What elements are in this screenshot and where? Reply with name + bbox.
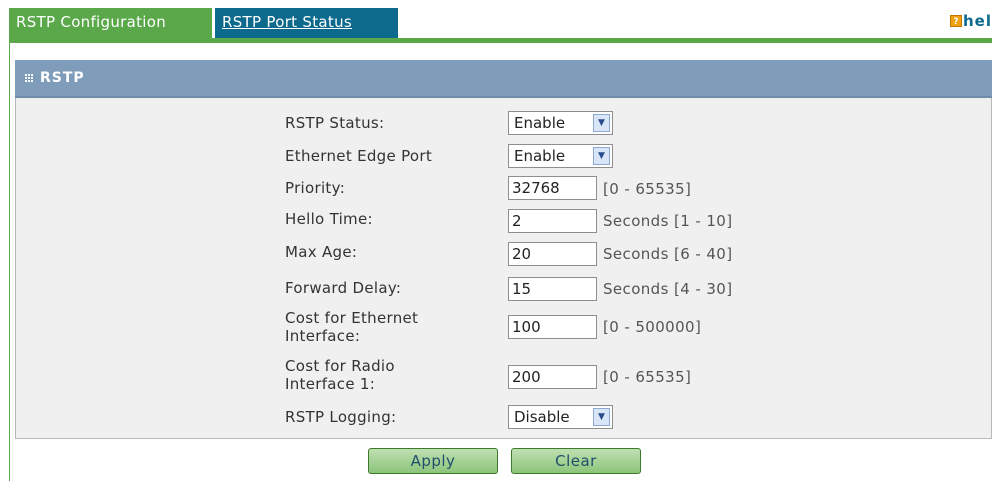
help-icon: ? bbox=[950, 15, 962, 27]
cost-radio-label-line2: Interface 1: bbox=[285, 375, 376, 393]
help-link[interactable]: ? hel bbox=[950, 11, 992, 31]
rstp-status-select[interactable]: Enable ▼ bbox=[508, 111, 613, 135]
priority-label: Priority: bbox=[285, 179, 346, 197]
tab-bar: RSTP Configuration RSTP Port Status ? he… bbox=[0, 0, 992, 44]
tab-rstp-port-status[interactable]: RSTP Port Status bbox=[215, 8, 398, 38]
tab-rstp-configuration[interactable]: RSTP Configuration bbox=[9, 8, 212, 38]
forward-delay-label: Forward Delay: bbox=[285, 279, 402, 297]
grid-icon bbox=[25, 73, 34, 83]
chevron-down-icon: ▼ bbox=[593, 114, 610, 132]
max-age-range: Seconds [6 - 40] bbox=[603, 245, 733, 263]
rstp-logging-label: RSTP Logging: bbox=[285, 408, 397, 426]
forward-delay-input[interactable]: 15 bbox=[508, 277, 597, 301]
clear-button[interactable]: Clear bbox=[511, 448, 641, 474]
chevron-down-icon: ▼ bbox=[593, 147, 610, 165]
rstp-logging-select[interactable]: Disable ▼ bbox=[508, 405, 613, 429]
section-title: RSTP bbox=[40, 70, 85, 86]
cost-radio-input[interactable]: 200 bbox=[508, 365, 597, 389]
section-header: RSTP bbox=[15, 60, 992, 98]
edge-port-label: Ethernet Edge Port bbox=[285, 147, 433, 165]
rstp-logging-value: Disable bbox=[514, 408, 570, 426]
apply-button[interactable]: Apply bbox=[368, 448, 498, 474]
hello-time-label: Hello Time: bbox=[285, 210, 373, 228]
max-age-label: Max Age: bbox=[285, 243, 358, 261]
tab-rstp-port-status-label: RSTP Port Status bbox=[222, 13, 353, 31]
cost-radio-range: [0 - 65535] bbox=[603, 368, 692, 386]
cost-ethernet-label-line1: Cost for Ethernet bbox=[285, 309, 419, 327]
hello-time-range: Seconds [1 - 10] bbox=[603, 212, 733, 230]
rstp-status-label: RSTP Status: bbox=[285, 114, 385, 132]
cost-ethernet-input[interactable]: 100 bbox=[508, 315, 597, 339]
help-label: hel bbox=[963, 12, 992, 30]
cost-ethernet-range: [0 - 500000] bbox=[603, 318, 702, 336]
forward-delay-range: Seconds [4 - 30] bbox=[603, 280, 733, 298]
priority-range: [0 - 65535] bbox=[603, 180, 692, 198]
cost-ethernet-label-line2: Interface: bbox=[285, 327, 361, 345]
cost-radio-label-line1: Cost for Radio bbox=[285, 357, 395, 375]
rstp-form-panel bbox=[15, 98, 992, 439]
rstp-status-value: Enable bbox=[514, 114, 566, 132]
edge-port-value: Enable bbox=[514, 147, 566, 165]
chevron-down-icon: ▼ bbox=[593, 408, 610, 426]
edge-port-select[interactable]: Enable ▼ bbox=[508, 144, 613, 168]
max-age-input[interactable]: 20 bbox=[508, 242, 597, 266]
priority-input[interactable]: 32768 bbox=[508, 176, 597, 200]
hello-time-input[interactable]: 2 bbox=[508, 209, 597, 233]
